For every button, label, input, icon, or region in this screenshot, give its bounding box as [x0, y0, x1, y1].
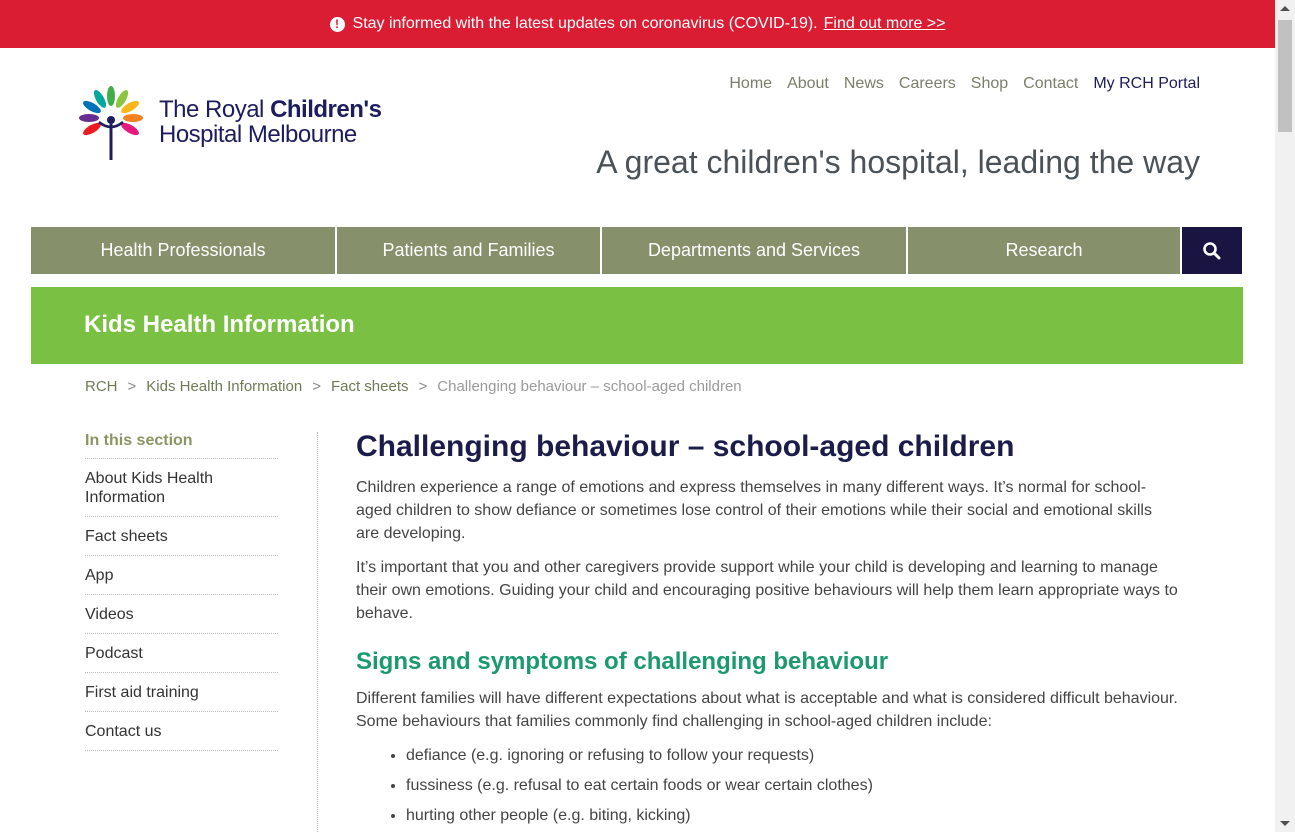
article-paragraph: Children experience a range of emotions … [356, 479, 1152, 542]
rch-logo[interactable]: The Royal Children's Hospital Melbourne [73, 80, 382, 164]
top-navigation: Home About News Careers Shop Contact My … [729, 75, 1200, 93]
breadcrumb-kids-health-information[interactable]: Kids Health Information [146, 378, 302, 395]
banner-title: Kids Health Information [84, 311, 355, 338]
site-tagline: A great children's hospital, leading the… [596, 144, 1200, 180]
alert-text: Stay informed with the latest updates on… [352, 15, 818, 32]
nav-departments-and-services[interactable]: Departments and Services [602, 227, 906, 274]
list-item: fussiness (e.g. refusal to eat certain f… [406, 774, 1178, 797]
nav-health-professionals[interactable]: Health Professionals [31, 227, 335, 274]
scrollbar[interactable] [1275, 0, 1295, 832]
topnav-contact[interactable]: Contact [1023, 75, 1078, 93]
tree-logo-icon [79, 86, 143, 160]
breadcrumb-separator: > [127, 378, 137, 395]
topnav-shop[interactable]: Shop [971, 75, 1008, 93]
covid-alert-bar: ! Stay informed with the latest updates … [0, 0, 1275, 48]
sidebar-item-app[interactable]: App [85, 556, 278, 595]
logo-wordmark: The Royal Children's Hospital Melbourne [159, 96, 382, 148]
section-sidebar: In this section About Kids Health Inform… [85, 432, 278, 751]
logo-text-line2: Hospital Melbourne [159, 121, 357, 148]
breadcrumb: RCH > Kids Health Information > Fact she… [85, 378, 742, 395]
sidebar-divider [317, 432, 318, 832]
sidebar-item-about[interactable]: About Kids Health Information [85, 459, 278, 517]
scroll-up-arrow-icon[interactable] [1280, 6, 1290, 11]
behaviour-list: defiance (e.g. ignoring or refusing to f… [356, 744, 1178, 827]
search-icon [1203, 241, 1221, 259]
section-heading-signs: Signs and symptoms of challenging behavi… [356, 648, 889, 675]
topnav-careers[interactable]: Careers [899, 75, 956, 93]
sidebar-item-podcast[interactable]: Podcast [85, 634, 278, 673]
exclamation-circle-icon: ! [329, 16, 345, 32]
article-paragraph: It’s important that you and other caregi… [356, 559, 1178, 622]
logo-text-regular: The Royal [159, 96, 271, 123]
breadcrumb-fact-sheets[interactable]: Fact sheets [331, 378, 409, 395]
topnav-news[interactable]: News [844, 75, 884, 93]
sidebar-item-videos[interactable]: Videos [85, 595, 278, 634]
section-banner: Kids Health Information [31, 287, 1243, 364]
search-button[interactable] [1182, 227, 1242, 274]
page-title: Challenging behaviour – school-aged chil… [356, 430, 1015, 463]
list-item: hurting other people (e.g. biting, kicki… [406, 804, 1178, 827]
breadcrumb-separator: > [312, 378, 321, 395]
topnav-home[interactable]: Home [729, 75, 772, 93]
scroll-down-arrow-icon[interactable] [1280, 821, 1290, 826]
main-navigation: Health Professionals Patients and Famili… [31, 227, 1242, 274]
list-item: defiance (e.g. ignoring or refusing to f… [406, 744, 1178, 767]
alert-link[interactable]: Find out more >> [824, 15, 946, 33]
logo-text-bold: Children's [270, 96, 382, 123]
nav-research[interactable]: Research [908, 227, 1180, 274]
topnav-about[interactable]: About [787, 75, 829, 93]
breadcrumb-separator: > [418, 378, 428, 395]
sidebar-item-contact-us[interactable]: Contact us [85, 712, 278, 751]
article-paragraph: Different families will have different e… [356, 690, 1178, 730]
scrollbar-thumb[interactable] [1278, 20, 1292, 132]
sidebar-item-first-aid-training[interactable]: First aid training [85, 673, 278, 712]
article-content: Challenging behaviour – school-aged chil… [356, 428, 1178, 834]
sidebar-heading: In this section [85, 432, 278, 459]
sidebar-item-fact-sheets[interactable]: Fact sheets [85, 517, 278, 556]
breadcrumb-rch[interactable]: RCH [85, 378, 118, 395]
nav-patients-and-families[interactable]: Patients and Families [337, 227, 600, 274]
breadcrumb-current: Challenging behaviour – school-aged chil… [437, 378, 742, 395]
topnav-my-rch-portal[interactable]: My RCH Portal [1093, 75, 1200, 93]
